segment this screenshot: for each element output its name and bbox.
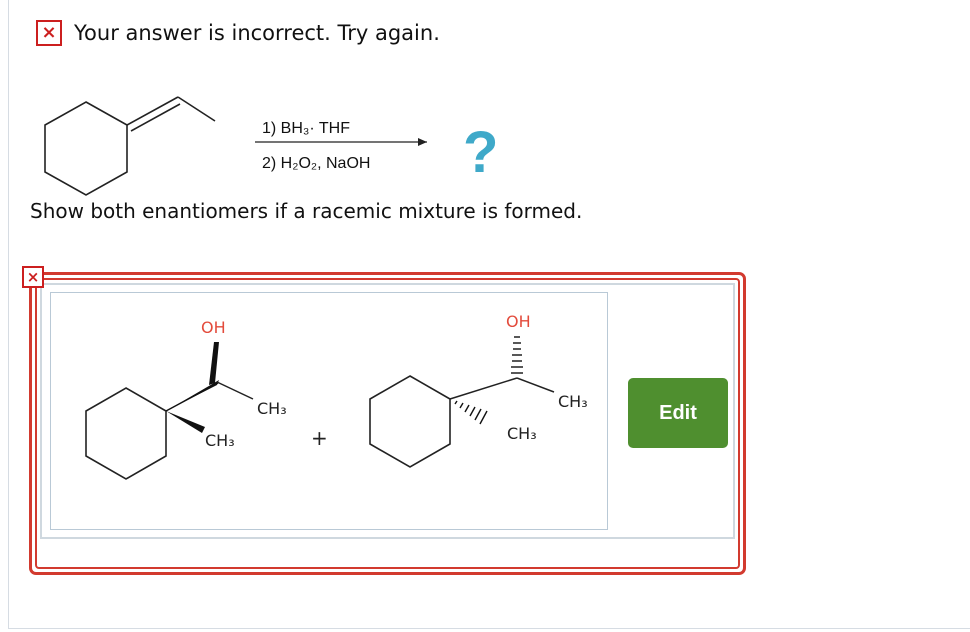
reaction-arrow-head <box>418 138 427 146</box>
plus-sign: + <box>311 426 328 450</box>
answer-incorrect-x-icon: × <box>22 266 44 288</box>
feedback-message: Your answer is incorrect. Try again. <box>74 21 440 45</box>
reaction-scheme: 1) BH₃· THF 2) H₂O₂, NaOH ? <box>44 96 498 196</box>
reagent-step-2: 2) H₂O₂, NaOH <box>262 155 370 172</box>
ch3-label-2a: CH₃ <box>558 392 588 411</box>
reagent-step-1: 1) BH₃· THF <box>262 120 350 137</box>
incorrect-x-icon: × <box>36 20 62 46</box>
answer-structures: OH CH₃ CH₃ + OH CH₃ CH₃ <box>85 312 588 480</box>
enantiomer-2: OH CH₃ CH₃ <box>369 312 588 468</box>
instruction-text: Show both enantiomers if a racemic mixtu… <box>30 199 583 223</box>
question-mark-icon: ? <box>463 120 498 185</box>
feedback-banner: × Your answer is incorrect. Try again. <box>36 20 440 46</box>
ch3-label-1a: CH₃ <box>257 399 287 418</box>
drawn-structure-box[interactable]: OH CH₃ CH₃ + OH CH₃ CH₃ <box>50 292 608 530</box>
ch3-label-1b: CH₃ <box>205 431 235 450</box>
edit-button[interactable]: Edit <box>628 378 728 448</box>
oh-label-2: OH <box>506 312 531 331</box>
enantiomer-1: OH CH₃ CH₃ <box>85 318 287 480</box>
ch3-label-2b: CH₃ <box>507 424 537 443</box>
starting-material-structure <box>44 96 216 196</box>
hashed-bond-ch3 <box>454 400 488 425</box>
oh-label-1: OH <box>201 318 226 337</box>
hashed-bond-oh <box>511 336 523 374</box>
